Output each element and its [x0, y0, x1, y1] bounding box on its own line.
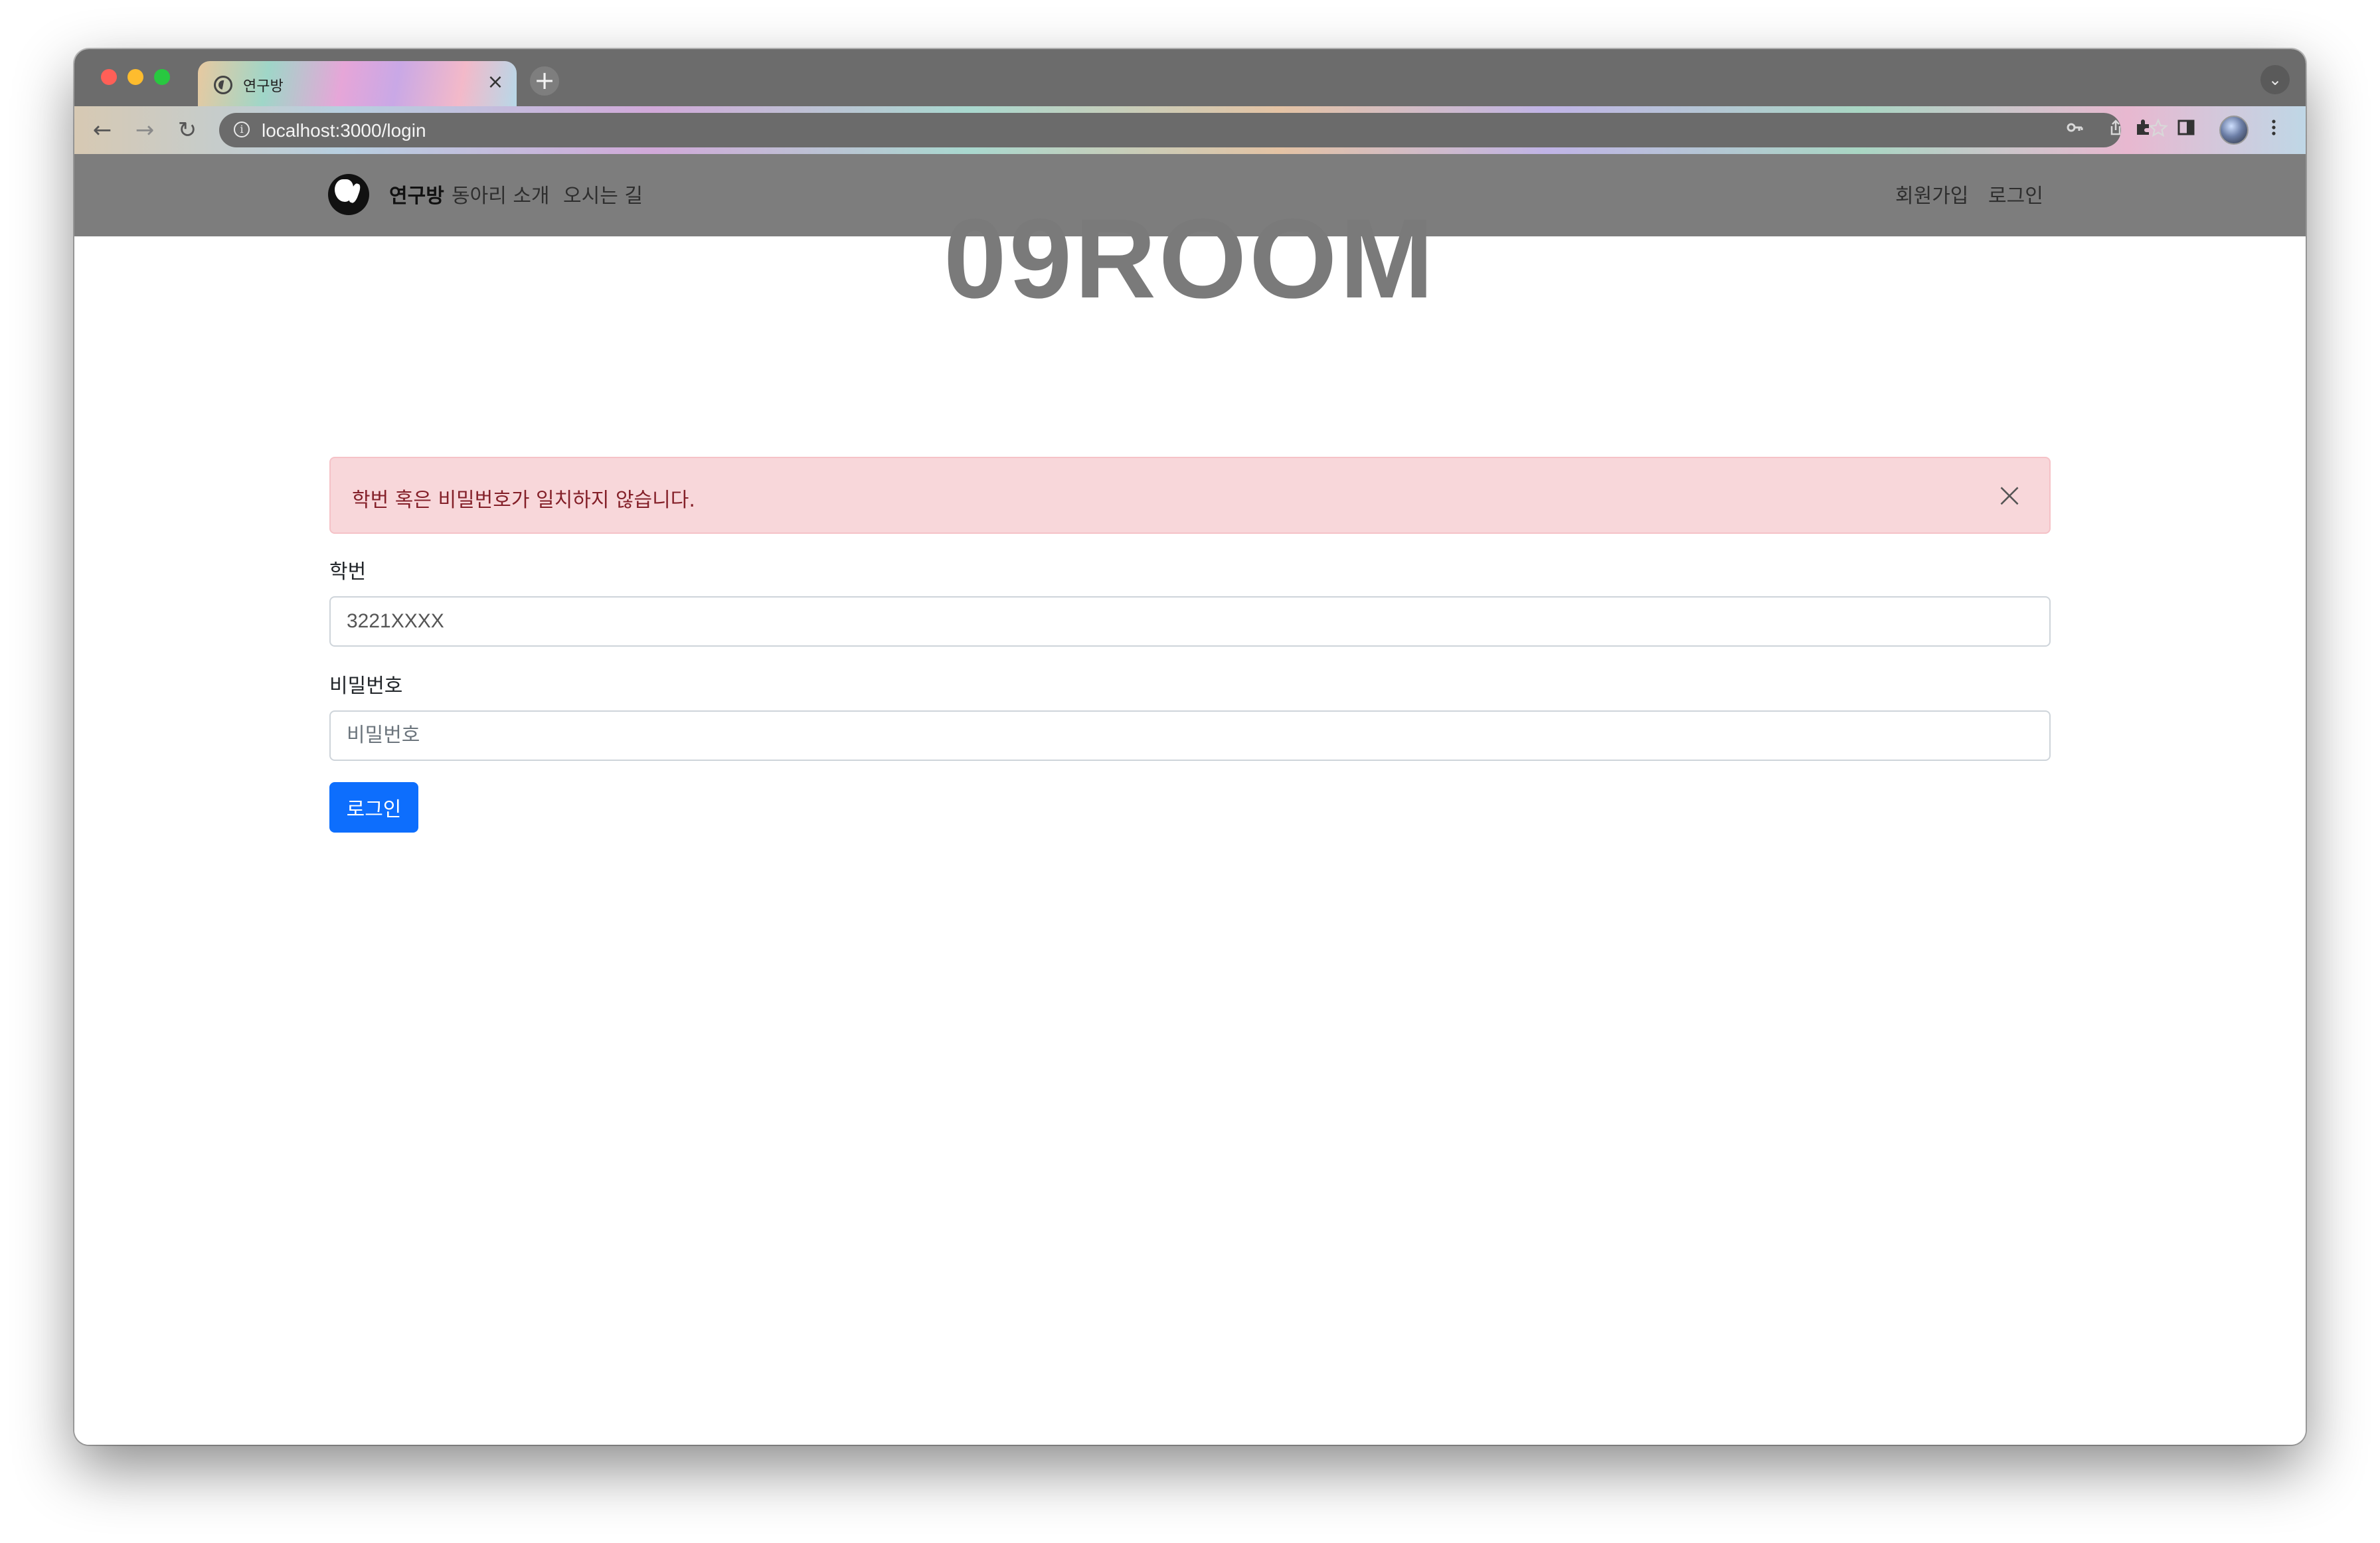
minimize-window-button[interactable]	[128, 69, 143, 85]
side-panel-icon[interactable]	[2171, 116, 2201, 145]
student-id-input[interactable]	[329, 596, 2051, 647]
alert-close-icon[interactable]: ×	[1990, 475, 2029, 515]
extensions-icon[interactable]	[2129, 116, 2158, 145]
browser-tab[interactable]: 연구방 ×	[198, 61, 517, 106]
new-tab-button[interactable]: +	[530, 66, 559, 96]
menu-icon[interactable]	[2259, 116, 2288, 145]
back-button[interactable]: ←	[88, 116, 117, 145]
site-info-icon[interactable]: i	[234, 122, 250, 137]
student-id-label: 학번	[329, 560, 367, 584]
password-label: 비밀번호	[329, 675, 403, 698]
tab-search-button[interactable]: ⌄	[2260, 65, 2290, 94]
share-icon[interactable]	[2104, 118, 2128, 142]
profile-avatar[interactable]	[2219, 116, 2249, 145]
tab-strip: 연구방 × + ⌄	[74, 49, 2306, 106]
browser-window: 연구방 × + ⌄ ← → ↻ i localhost:3000/login 연…	[74, 49, 2306, 1445]
maximize-window-button[interactable]	[154, 69, 170, 85]
forward-button[interactable]: →	[130, 116, 159, 145]
address-bar[interactable]: i localhost:3000/login	[219, 113, 2168, 147]
tab-close-icon[interactable]: ×	[483, 70, 507, 94]
browser-toolbar: ← → ↻ i localhost:3000/login	[74, 106, 2306, 154]
error-alert: 학번 혹은 비밀번호가 일치하지 않습니다. ×	[329, 457, 2051, 534]
page-content: 연구방 동아리 소개 오시는 길 회원가입 로그인 09ROOM 학번 혹은 비…	[74, 154, 2306, 1445]
globe-icon	[214, 76, 232, 94]
key-icon[interactable]	[2063, 118, 2086, 142]
tab-title: 연구방	[243, 78, 284, 95]
close-window-button[interactable]	[101, 69, 117, 85]
password-input[interactable]	[329, 710, 2051, 761]
login-button[interactable]: 로그인	[329, 782, 418, 833]
alert-message: 학번 혹은 비밀번호가 일치하지 않습니다.	[352, 489, 695, 512]
reload-button[interactable]: ↻	[173, 116, 202, 145]
url-text[interactable]: localhost:3000/login	[262, 120, 426, 141]
page-title: 09ROOM	[944, 196, 1436, 322]
